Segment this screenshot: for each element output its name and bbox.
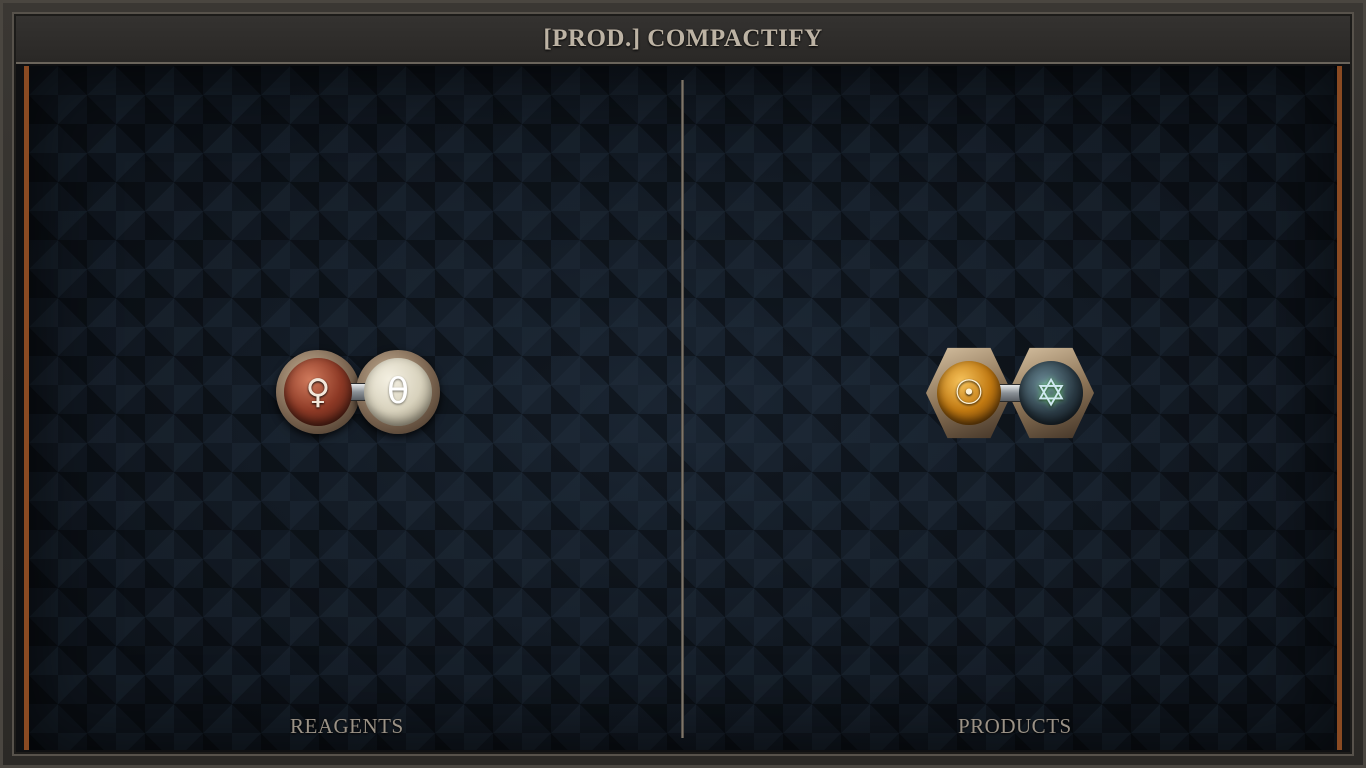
salt-atom[interactable]: θ: [364, 358, 432, 426]
title-bar: [PROD.] COMPACTIFY: [16, 16, 1350, 64]
panel-divider: [681, 80, 684, 738]
quintessence-symbol-icon: ✡: [1035, 371, 1067, 415]
quintessence-atom[interactable]: ✡: [1019, 361, 1083, 425]
gold-atom[interactable]: ☉: [937, 361, 1001, 425]
salt-symbol-icon: θ: [386, 371, 410, 412]
reagents-label: REAGENTS: [290, 714, 404, 738]
gold-symbol-icon: ☉: [953, 373, 985, 413]
page-title: [PROD.] COMPACTIFY: [543, 25, 823, 52]
product-molecule[interactable]: ☉ ✡: [926, 346, 1094, 440]
copper-atom[interactable]: ♀: [284, 358, 352, 426]
reagent-molecule[interactable]: ♀ θ: [276, 350, 440, 434]
copper-symbol-icon: ♀: [305, 372, 331, 412]
products-label: PRODUCTS: [958, 714, 1072, 738]
